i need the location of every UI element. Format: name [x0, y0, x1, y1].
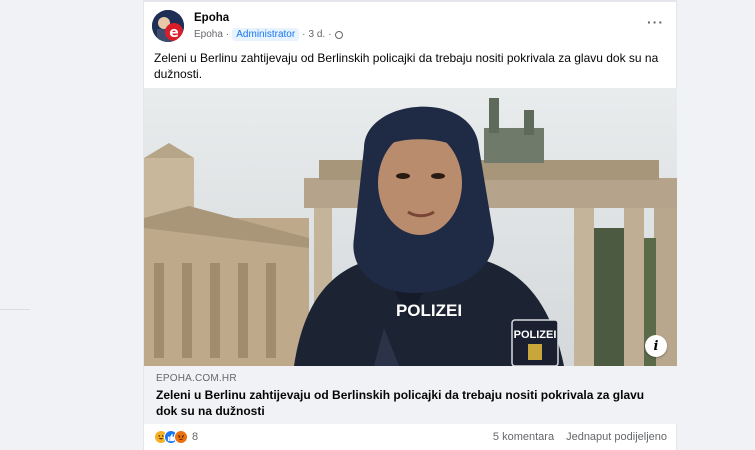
link-domain: EPOHA.COM.HR: [156, 373, 237, 384]
epoha-logo-icon: e: [152, 10, 184, 42]
svg-text:e: e: [169, 25, 179, 41]
globe-icon: [334, 30, 343, 39]
meta-separator: ·: [302, 29, 306, 40]
policewoman-photo: POLIZEI POLIZEI: [144, 88, 677, 366]
post-footer: 8 5 komentara Jednaput podijeljeno: [144, 424, 677, 450]
link-preview[interactable]: EPOHA.COM.HR Zeleni u Berlinu zahtijevaj…: [144, 366, 677, 424]
reaction-count: 8: [192, 431, 199, 443]
info-icon[interactable]: i: [645, 335, 667, 357]
post-image[interactable]: POLIZEI POLIZEI i: [144, 88, 677, 366]
left-divider: [0, 309, 30, 310]
page-name[interactable]: Epoha: [194, 12, 229, 24]
meta-separator: ·: [328, 29, 332, 40]
administrator-badge: Administrator: [232, 28, 300, 41]
footer-stats: 5 komentara Jednaput podijeljeno: [493, 431, 667, 443]
angry-reaction-icon: [174, 430, 188, 444]
post-meta: Epoha · Administrator · 3 d. ·: [194, 28, 343, 41]
comments-count[interactable]: 5 komentara: [493, 431, 554, 443]
shares-count[interactable]: Jednaput podijeljeno: [566, 431, 667, 443]
post-time[interactable]: 3 d.: [309, 29, 326, 40]
feed-post: e Epoha Epoha · Administrator · 3 d. · ·…: [143, 0, 677, 450]
page-avatar[interactable]: e: [152, 10, 184, 42]
more-options-button[interactable]: ···: [647, 14, 664, 30]
meta-page-name[interactable]: Epoha: [194, 29, 223, 40]
post-text: Zeleni u Berlinu zahtijevaju od Berlinsk…: [154, 51, 659, 81]
post-top-border: [144, 0, 676, 2]
patch-text: POLIZEI: [514, 329, 557, 341]
post-header: e Epoha Epoha · Administrator · 3 d. · ·…: [152, 10, 670, 44]
reactions-summary[interactable]: 8: [154, 430, 198, 444]
uniform-text: POLIZEI: [396, 301, 462, 320]
meta-separator: ·: [225, 29, 230, 40]
link-title[interactable]: Zeleni u Berlinu zahtijevaju od Berlinsk…: [156, 387, 665, 419]
